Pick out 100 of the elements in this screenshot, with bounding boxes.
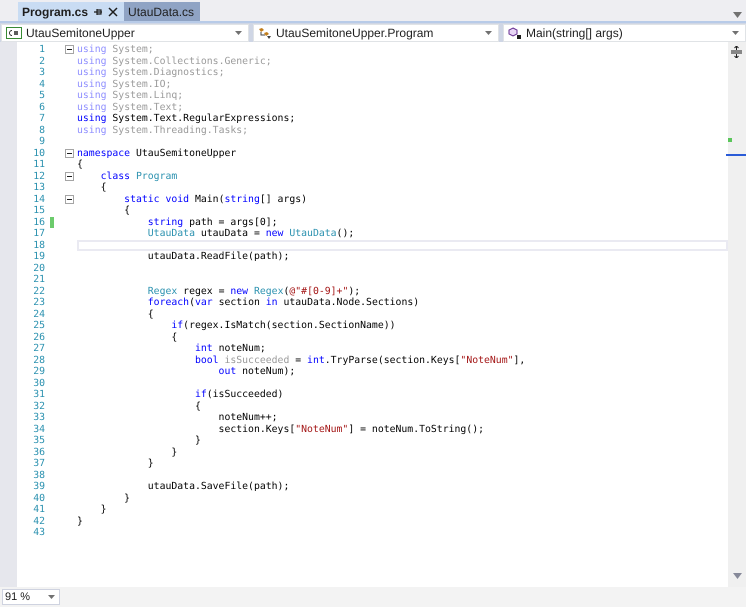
- code-line: {: [170, 332, 178, 343]
- code-line: }: [123, 492, 130, 504]
- code-line: namespace UtauSemitoneUpper: [77, 148, 236, 159]
- collapse-icon[interactable]: [65, 172, 74, 181]
- line-number: 25: [32, 320, 45, 332]
- file-tab[interactable]: UtauData.cs: [124, 2, 200, 21]
- line-number: 32: [32, 400, 45, 412]
- line-number: 30: [32, 378, 45, 389]
- code-line: {: [123, 205, 130, 216]
- line-number: 35: [32, 435, 45, 446]
- scrollbar[interactable]: [728, 42, 746, 587]
- code-line: bool isSucceeded = int.TryParse(section.Keys["NoteNum"],: [194, 354, 526, 366]
- code-line: using System.Collections.Generic;: [77, 56, 272, 67]
- code-line: string path = args[0];: [146, 216, 278, 228]
- code-line: {: [146, 308, 154, 320]
- line-number: 37: [32, 458, 45, 470]
- line-number: 7: [38, 113, 45, 124]
- code-line: using System.Diagnostics;: [77, 67, 224, 78]
- code-line: static void Main(string[] args): [123, 194, 308, 205]
- line-number: 21: [32, 274, 45, 286]
- line-number: 39: [32, 481, 45, 492]
- code-line: if(isSucceeded): [194, 389, 284, 400]
- line-number: 41: [32, 504, 45, 516]
- line-number: 24: [32, 308, 45, 320]
- code-line: using System.IO;: [77, 78, 172, 90]
- pin-icon[interactable]: [93, 6, 104, 16]
- code-line: section.Keys["NoteNum"] = noteNum.ToString();: [218, 424, 484, 435]
- line-number: 42: [32, 516, 45, 527]
- line-number: 40: [32, 492, 45, 504]
- line-number: 23: [32, 297, 45, 308]
- close-icon[interactable]: [108, 6, 118, 16]
- line-number: 10: [32, 148, 45, 159]
- line-number: 43: [32, 527, 45, 538]
- line-number: 19: [32, 251, 45, 262]
- line-number: 33: [32, 412, 45, 424]
- code-line: utauData.ReadFile(path);: [146, 251, 290, 262]
- collapse-icon[interactable]: [65, 45, 74, 54]
- code-line: foreach(var section in utauData.Node.Sections): [146, 297, 420, 308]
- code-line: using System;: [77, 44, 154, 56]
- line-number: 20: [32, 262, 45, 274]
- code-line: out noteNum);: [218, 366, 296, 378]
- dropdown-arrow-icon[interactable]: [48, 595, 55, 599]
- splitter-icon[interactable]: [731, 46, 742, 58]
- csharp-icon: [6, 27, 22, 39]
- change-mark: [728, 138, 732, 142]
- code-line: {: [77, 159, 83, 170]
- line-number: 13: [32, 182, 45, 194]
- code-line: using System.Text;: [77, 102, 184, 113]
- code-line: using System.Threading.Tasks;: [77, 124, 248, 136]
- line-number: 26: [32, 332, 45, 343]
- caret-position-mark: [726, 154, 746, 156]
- line-number: 36: [32, 446, 45, 458]
- line-number: 11: [32, 159, 45, 170]
- navigation-dropdown[interactable]: UtauSemitoneUpper.Program: [253, 24, 499, 42]
- line-number: 8: [38, 124, 45, 136]
- zoom-dropdown[interactable]: 91 %: [2, 589, 60, 605]
- code-line: using System.Text.RegularExpressions;: [77, 113, 296, 124]
- dropdown-arrow-icon[interactable]: [485, 31, 492, 35]
- line-number: 38: [32, 470, 45, 481]
- scroll-down-icon[interactable]: [733, 573, 742, 579]
- collapse-icon[interactable]: [65, 194, 74, 204]
- line-number: 31: [32, 389, 45, 400]
- line-number: 6: [38, 102, 45, 113]
- line-number: 2: [38, 56, 45, 67]
- code-line: if(regex.IsMatch(section.SectionName)): [170, 320, 396, 332]
- line-number: 34: [32, 424, 45, 435]
- navigation-dropdown[interactable]: UtauSemitoneUpper: [1, 24, 249, 42]
- code-line: noteNum++;: [218, 412, 278, 424]
- line-number: 12: [32, 170, 45, 182]
- code-line: {: [194, 400, 201, 412]
- dropdown-arrow-icon[interactable]: [733, 12, 742, 18]
- code-line: using System.Linq;: [77, 90, 184, 102]
- code-line: {: [100, 182, 106, 194]
- file-tab[interactable]: Program.cs: [18, 2, 124, 21]
- line-number: 4: [38, 78, 45, 90]
- class-icon: [258, 26, 272, 40]
- collapse-icon[interactable]: [65, 148, 74, 158]
- line-number: 29: [32, 366, 45, 378]
- dropdown-arrow-icon[interactable]: [732, 31, 739, 35]
- code-line: }: [146, 458, 154, 470]
- code-line: int noteNum;: [194, 343, 266, 354]
- navigation-dropdown[interactable]: Main(string[] args): [503, 24, 746, 42]
- line-number: 28: [32, 354, 45, 366]
- method-icon: [508, 26, 522, 40]
- code-line: UtauData utauData = new UtauData();: [146, 228, 354, 240]
- line-number: 3: [38, 67, 45, 78]
- line-number: 1: [38, 44, 45, 56]
- line-number: 16: [32, 216, 45, 228]
- line-number: 17: [32, 228, 45, 240]
- dropdown-arrow-icon[interactable]: [235, 31, 242, 35]
- line-number: 5: [38, 90, 45, 102]
- code-line: }: [194, 435, 201, 446]
- line-number: 27: [32, 343, 45, 354]
- line-number: 18: [32, 240, 45, 251]
- code-line: class Program: [100, 170, 178, 182]
- code-line: utauData.SaveFile(path);: [146, 481, 290, 492]
- code-line: }: [100, 504, 106, 516]
- line-number: 15: [32, 205, 45, 216]
- code-line: Regex regex = new Regex(@"#[0-9]+");: [146, 286, 360, 297]
- code-line: }: [77, 516, 83, 527]
